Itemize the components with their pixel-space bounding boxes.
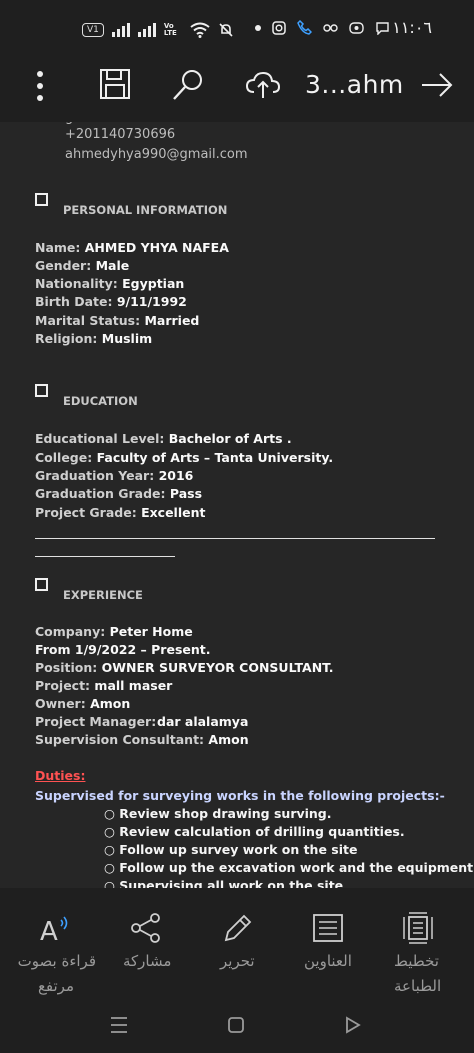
personal-checkbox [35,193,48,206]
instagram-icon [272,20,286,35]
duty-bullet: ○ Follow up survey work on the site [104,842,358,857]
read-aloud-label: قراءة بصوت [17,952,96,970]
phone-icon [297,20,312,35]
info-row: Name: AHMED YHYA NAFEA [35,240,229,255]
dot-icon [255,24,261,31]
education-row: College: Faculty of Arts – Tanta Univers… [35,450,334,465]
edit-label: تحرير [220,952,255,970]
arrow-right-icon[interactable] [420,72,454,98]
system-nav-bar [0,998,474,1053]
read-aloud-button[interactable]: A قراءة بصوت مرتفع [0,888,110,998]
print-layout-label: تخطيط [394,952,439,970]
print-layout-label-2: الطباعة [394,977,442,995]
experience-row: Project Manager:dar alalamya [35,714,249,729]
education-checkbox [35,384,48,397]
status-left: V1 Vo LTE [82,22,234,38]
duty-bullet: ○ Review calculation of drilling quantit… [104,824,405,839]
contact-partial: g [65,122,73,125]
edit-button[interactable]: تحرير [210,888,270,998]
info-row: Nationality: Egyptian [35,276,185,291]
experience-row: Supervision Consultant: Amon [35,732,249,747]
education-row: Project Grade: Excellent [35,505,206,520]
education-title: EDUCATION [63,394,138,408]
read-aloud-label-2: مرتفع [37,977,74,995]
headings-button[interactable]: العناوين [298,888,363,998]
checkbox-icon [35,193,48,206]
notification-icons [255,20,390,35]
bottom-action-bar: A قراءة بصوت مرتفع مشاركة تحرير العناوين… [0,888,474,998]
experience-row: Project: mall maser [35,678,173,693]
experience-row: Position: OWNER SURVEYOR CONSULTANT. [35,660,334,675]
print-layout-button[interactable]: تخطيط الطباعة [380,888,474,998]
back-icon[interactable] [344,1016,362,1034]
headings-icon [313,914,343,942]
experience-row: From 1/9/2022 – Present. [35,642,211,657]
duties-heading: Duties: [35,768,86,783]
education-row: Graduation Year: 2016 [35,468,194,483]
supervised-line: Supervised for surveying works in the fo… [35,788,445,803]
duty-bullet: ○ Follow up the excavation work and the … [104,860,474,875]
duty-bullet: ○ Review shop drawing surving. [104,806,332,821]
chat-icon [376,21,389,35]
checkbox-icon [35,384,48,397]
mute-icon [219,23,233,37]
info-row: Marital Status: Married [35,313,200,328]
clock: ١١:٠٦ [392,18,432,37]
experience-row: Company: Peter Home [35,624,193,639]
checkbox-icon [35,578,48,591]
experience-row: Owner: Amon [35,696,131,711]
education-row: Graduation Grade: Pass [35,486,203,501]
status-bar: V1 Vo LTE ١١:٠٦ [0,0,474,58]
game-icon [349,21,364,34]
personal-title: PERSONAL INFORMATION [63,203,228,217]
save-icon[interactable] [99,68,131,100]
volte-label: Vo LTE [163,22,177,37]
experience-title: EXPERIENCE [63,588,143,602]
sim-badge: V1 [82,23,104,37]
recents-icon[interactable] [110,1016,128,1034]
contact-email: ahmedyhya990@gmail.com [65,147,248,162]
experience-checkbox [35,578,48,591]
info-row: Birth Date: 9/11/1992 [35,294,187,309]
more-vertical-icon[interactable] [34,70,46,102]
signal-icon-2 [137,23,156,37]
share-icon [131,913,160,943]
divider-line [35,538,435,539]
share-label: مشاركة [123,952,172,970]
education-row: Educational Level: Bachelor of Arts . [35,431,292,446]
signal-icon [111,23,130,37]
document-title[interactable]: 3...ahm [305,70,404,99]
print-layout-icon [403,912,433,944]
cloud-upload-icon[interactable] [245,70,281,100]
headings-label: العناوين [304,952,352,970]
info-row: Religion: Muslim [35,331,153,346]
search-icon[interactable] [171,68,205,102]
divider-line-short [35,556,175,557]
svg-text:A: A [40,917,58,944]
wifi-icon [190,22,210,38]
read-aloud-icon: A [40,916,68,944]
info-row: Gender: Male [35,258,130,273]
share-button[interactable]: مشاركة [115,888,180,998]
contact-phone: +201140730696 [65,127,176,142]
document-page[interactable]: g +201140730696 ahmedyhya990@gmail.com P… [0,122,474,888]
app-icon [323,23,338,32]
home-icon[interactable] [227,1016,245,1034]
edit-icon [224,914,252,942]
duty-bullet: ○ Supervising all work on the site [104,878,344,888]
